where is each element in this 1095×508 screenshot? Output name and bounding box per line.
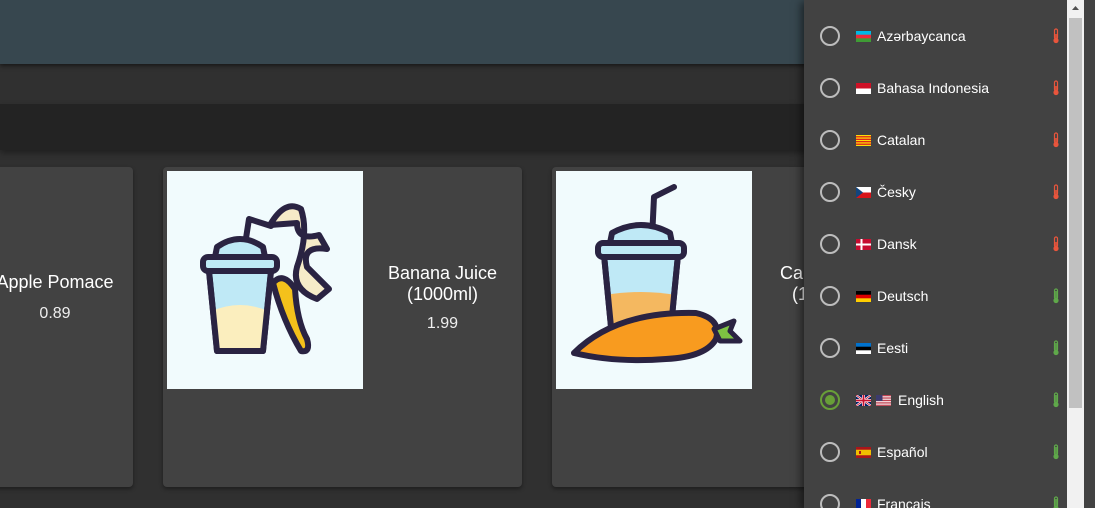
thermometer-high-icon — [1053, 496, 1059, 508]
flag-id-icon — [856, 82, 871, 94]
radio-button[interactable] — [820, 182, 840, 202]
flag-group — [856, 290, 871, 302]
language-menu-scrollbar[interactable] — [1067, 0, 1084, 508]
flag-group — [856, 498, 871, 508]
language-label: Bahasa Indonesia — [877, 80, 990, 96]
language-option-cesky[interactable]: Česky — [804, 166, 1068, 218]
flag-fr-icon — [856, 498, 871, 508]
product-price: 0.89 — [39, 305, 71, 322]
flag-az-icon — [856, 30, 871, 42]
radio-button[interactable] — [820, 234, 840, 254]
flag-ca-icon — [856, 134, 871, 146]
radio-button[interactable] — [820, 26, 840, 46]
thermometer-low-icon — [1053, 80, 1059, 96]
flag-group — [856, 30, 871, 42]
language-option-english[interactable]: English — [804, 374, 1068, 426]
product-card-banana-juice[interactable]: Banana Juice (1000ml) 1.99 — [163, 167, 522, 487]
thermometer-high-icon — [1053, 392, 1059, 408]
radio-button[interactable] — [820, 130, 840, 150]
radio-button[interactable] — [820, 442, 840, 462]
flag-group — [856, 342, 871, 354]
flag-group — [856, 186, 871, 198]
flag-group — [856, 238, 871, 250]
flag-dk-icon — [856, 238, 871, 250]
language-label: Dansk — [877, 236, 917, 252]
language-menu: Azərbaycanca Bahasa Indonesia Catalan Če… — [804, 0, 1095, 508]
thermometer-low-icon — [1053, 184, 1059, 200]
thermometer-low-icon — [1053, 28, 1059, 44]
language-option-francais[interactable]: Français — [804, 478, 1068, 508]
flag-cz-icon — [856, 186, 871, 198]
flag-us-icon — [876, 394, 891, 406]
language-option-eesti[interactable]: Eesti — [804, 322, 1068, 374]
language-option-deutsch[interactable]: Deutsch — [804, 270, 1068, 322]
flag-group — [856, 134, 871, 146]
flag-es-icon — [856, 446, 871, 458]
flag-ee-icon — [856, 342, 871, 354]
language-option-catalan[interactable]: Catalan — [804, 114, 1068, 166]
language-label: Español — [877, 444, 928, 460]
thermometer-high-icon — [1053, 444, 1059, 460]
scroll-up-arrow-icon[interactable] — [1067, 0, 1084, 17]
language-label: Azərbaycanca — [877, 28, 966, 44]
language-label: Français — [877, 496, 931, 508]
flag-group — [856, 82, 871, 94]
product-name: Apple Pomace — [0, 272, 114, 292]
language-label: English — [898, 392, 944, 408]
product-price: 1.99 — [426, 315, 459, 332]
language-option-azerbaycanca[interactable]: Azərbaycanca — [804, 10, 1068, 62]
language-label: Catalan — [877, 132, 926, 148]
thermometer-low-icon — [1053, 132, 1059, 148]
language-option-dansk[interactable]: Dansk — [804, 218, 1068, 270]
radio-button[interactable] — [820, 494, 840, 508]
language-label: Eesti — [877, 340, 909, 356]
language-label: Česky — [877, 184, 916, 200]
thermometer-low-icon — [1053, 236, 1059, 252]
language-label: Deutsch — [877, 288, 929, 304]
product-name: Banana Juice (1000ml) — [387, 263, 498, 304]
thermometer-high-icon — [1053, 288, 1059, 304]
product-image-banana-juice — [167, 171, 363, 389]
scrollbar-thumb[interactable] — [1069, 18, 1082, 408]
language-option-bahasa-indonesia[interactable]: Bahasa Indonesia — [804, 62, 1068, 114]
banana-juice-illustration — [200, 203, 332, 355]
radio-button[interactable] — [820, 338, 840, 358]
product-image-carrot-juice — [556, 171, 752, 389]
radio-button-selected[interactable] — [820, 390, 840, 410]
product-info: Banana Juice (1000ml) 1.99 — [363, 263, 522, 333]
flag-gb-icon — [856, 394, 871, 406]
radio-button[interactable] — [820, 78, 840, 98]
radio-button[interactable] — [820, 286, 840, 306]
flag-group — [856, 446, 871, 458]
carrot-juice-illustration — [571, 184, 743, 364]
flag-group — [856, 394, 891, 406]
product-card-apple-pomace[interactable]: Apple Pomace 0.89 — [0, 167, 133, 487]
flag-de-icon — [856, 290, 871, 302]
product-info: Apple Pomace 0.89 — [0, 272, 140, 323]
thermometer-high-icon — [1053, 340, 1059, 356]
language-option-espanol[interactable]: Español — [804, 426, 1068, 478]
